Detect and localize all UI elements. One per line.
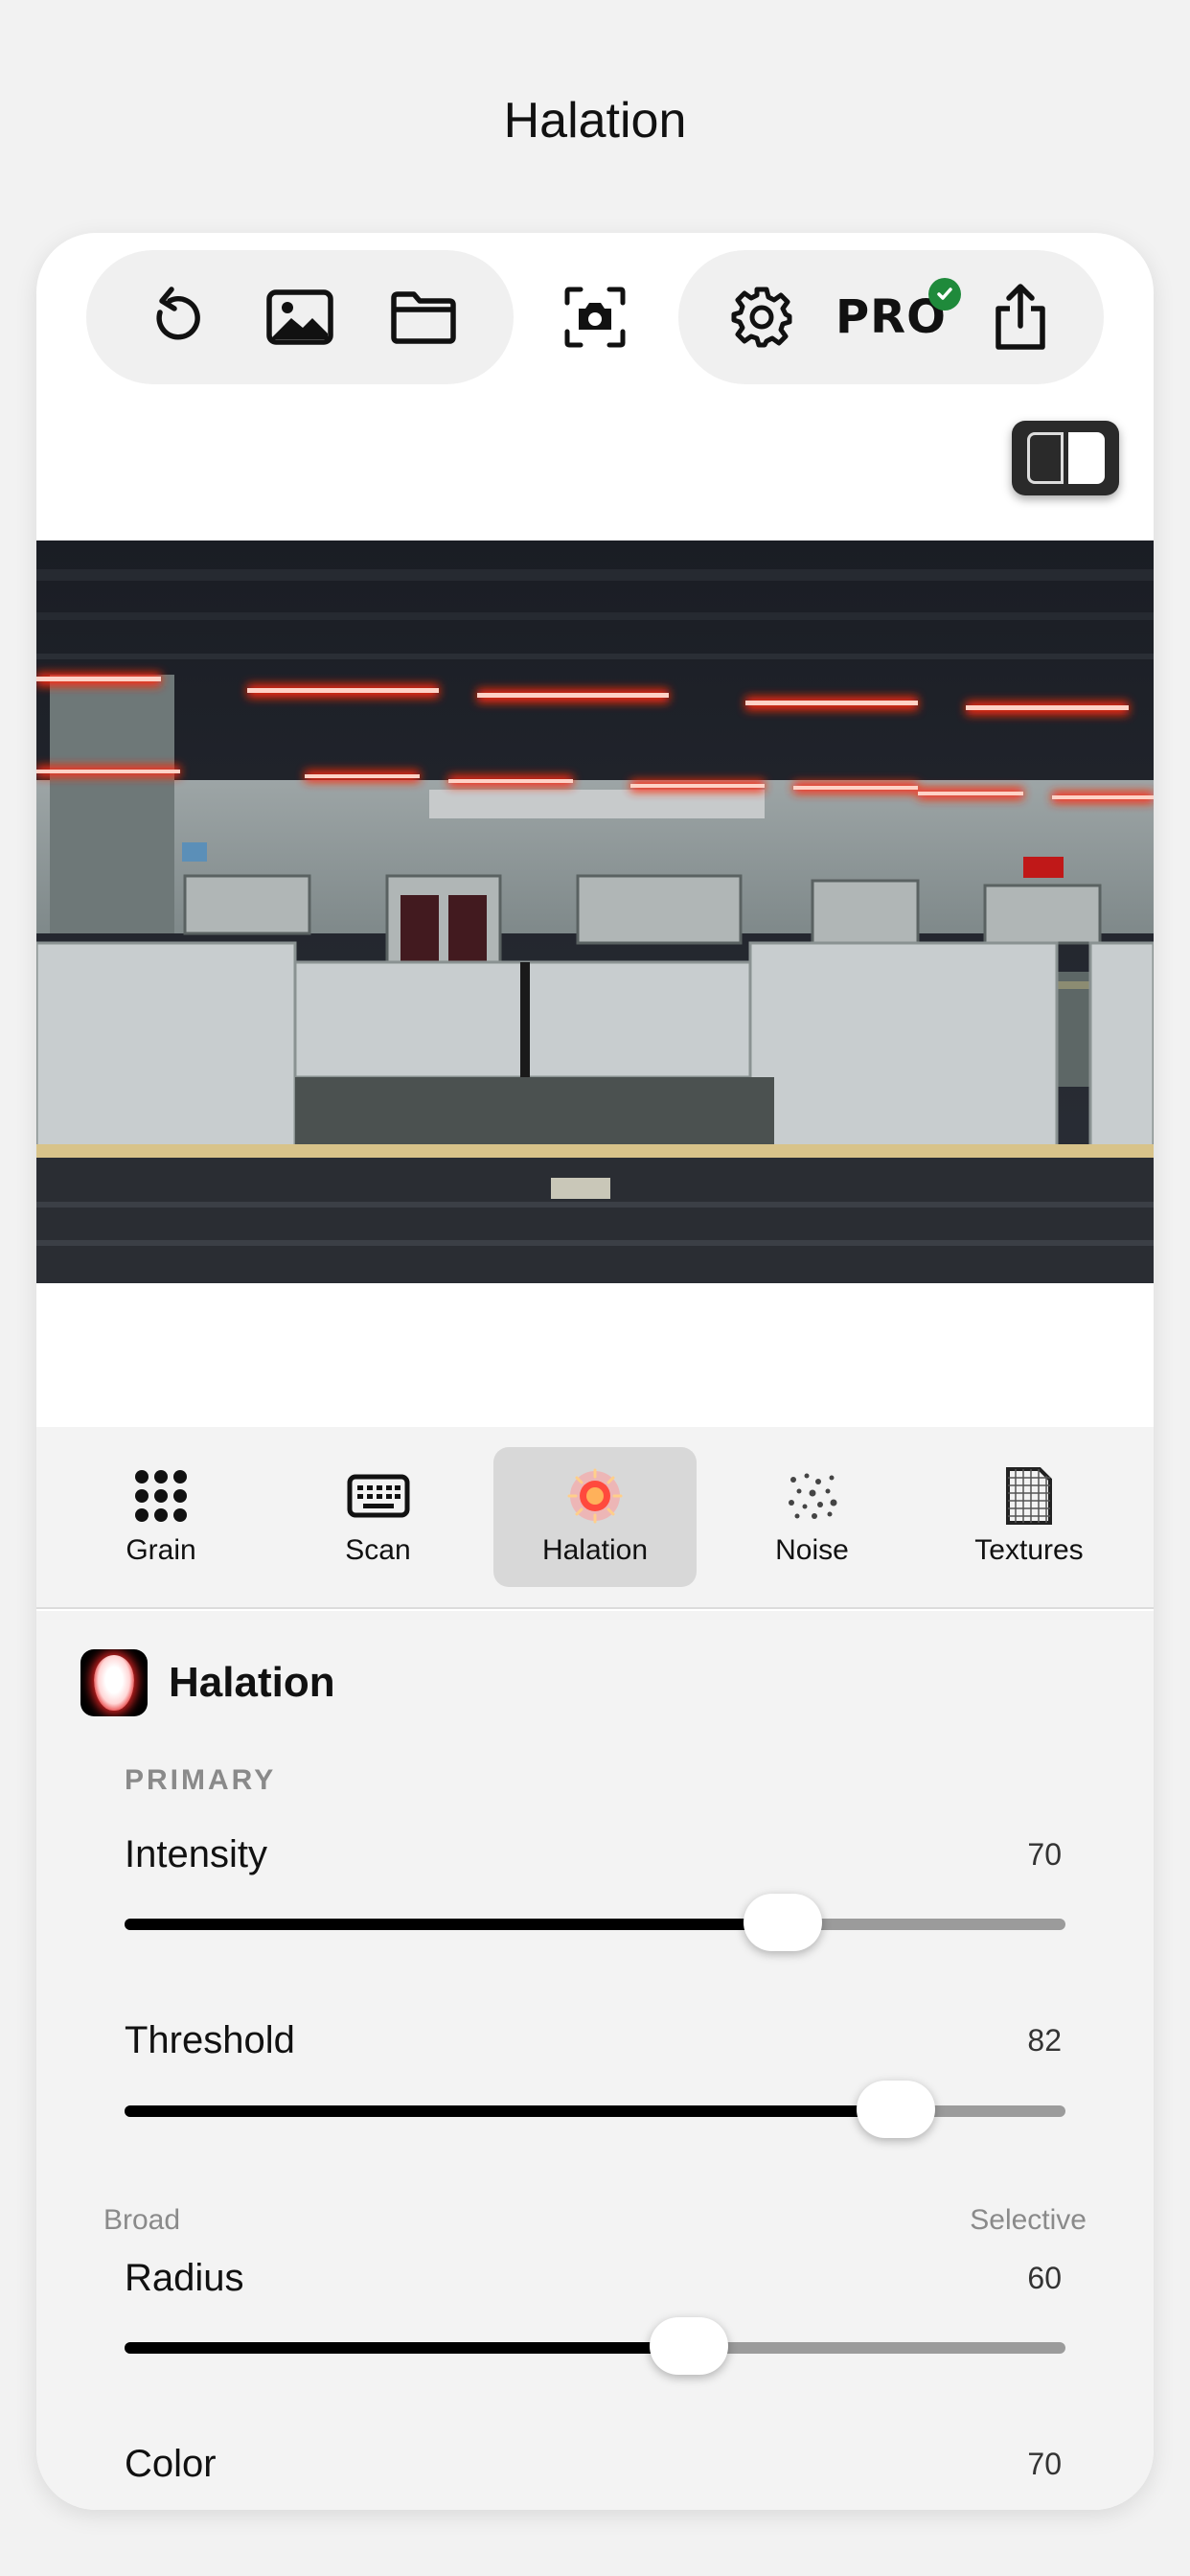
photo-image (36, 540, 1154, 1283)
reset-button[interactable] (133, 274, 219, 360)
checkmark-badge-icon (927, 278, 961, 310)
radius-value: 60 (1027, 2261, 1062, 2295)
grain-dots-icon (133, 1467, 189, 1525)
tool-tab-bar: Grain Scan Halation Noise Textures (36, 1427, 1154, 1609)
texture-grid-icon (1005, 1467, 1053, 1525)
threshold-slider-thumb[interactable] (857, 2081, 936, 2138)
threshold-hint-broad: Broad (103, 2204, 181, 2236)
intensity-label: Intensity (125, 1833, 267, 1875)
tab-label: Textures (974, 1534, 1084, 1566)
pro-button[interactable]: PRO (829, 274, 961, 360)
noise-icon (786, 1467, 839, 1525)
split-view-icon (1026, 432, 1064, 484)
halation-sun-icon (565, 1467, 625, 1525)
tab-label: Scan (345, 1534, 411, 1566)
color-label: Color (125, 2443, 217, 2485)
panel-title: Halation (169, 1659, 335, 1706)
halation-effect-icon (80, 1649, 148, 1716)
tab-halation[interactable]: Halation (493, 1447, 697, 1587)
photo-preview[interactable] (36, 540, 1154, 1283)
threshold-value: 82 (1027, 2023, 1062, 2058)
keyboard-icon (347, 1467, 410, 1525)
threshold-hint-selective: Selective (970, 2204, 1087, 2236)
files-button[interactable] (380, 274, 467, 360)
radius-slider-thumb[interactable] (650, 2317, 729, 2375)
tab-label: Noise (775, 1534, 849, 1566)
page-title: Halation (503, 93, 687, 149)
tab-grain[interactable]: Grain (59, 1447, 263, 1587)
toolbar-right-group: PRO (678, 250, 1104, 384)
color-value: 70 (1027, 2447, 1062, 2481)
folder-icon (390, 291, 456, 344)
intensity-slider-thumb[interactable] (744, 1894, 823, 1951)
tab-label: Halation (541, 1534, 649, 1566)
image-icon (266, 289, 333, 345)
settings-button[interactable] (719, 274, 805, 360)
intensity-value: 70 (1027, 1837, 1062, 1872)
tab-textures[interactable]: Textures (927, 1447, 1131, 1587)
tab-noise[interactable]: Noise (711, 1447, 914, 1587)
section-label: PRIMARY (125, 1764, 277, 1796)
halation-settings-panel: Halation PRIMARY Intensity 70 Threshold … (36, 1611, 1154, 2510)
compare-toggle-button[interactable] (1012, 421, 1119, 495)
gear-icon (731, 287, 792, 348)
intensity-slider[interactable] (125, 1894, 1065, 1951)
threshold-slider[interactable] (125, 2081, 1065, 2138)
toolbar-left-group (86, 250, 514, 384)
share-button[interactable] (977, 274, 1064, 360)
radius-label: Radius (125, 2257, 244, 2299)
undo-icon (156, 287, 201, 340)
camera-button[interactable] (552, 274, 638, 360)
photo-library-button[interactable] (257, 274, 343, 360)
threshold-label: Threshold (125, 2019, 295, 2061)
tab-label: Grain (126, 1534, 196, 1566)
panel-header: Halation (80, 1649, 335, 1716)
radius-slider[interactable] (125, 2317, 1065, 2375)
camera-icon (564, 287, 626, 348)
tab-scan[interactable]: Scan (277, 1447, 480, 1587)
share-icon (995, 284, 1045, 350)
editor-card: PRO Grain Scan Halation Noise Textures H… (36, 233, 1154, 2510)
